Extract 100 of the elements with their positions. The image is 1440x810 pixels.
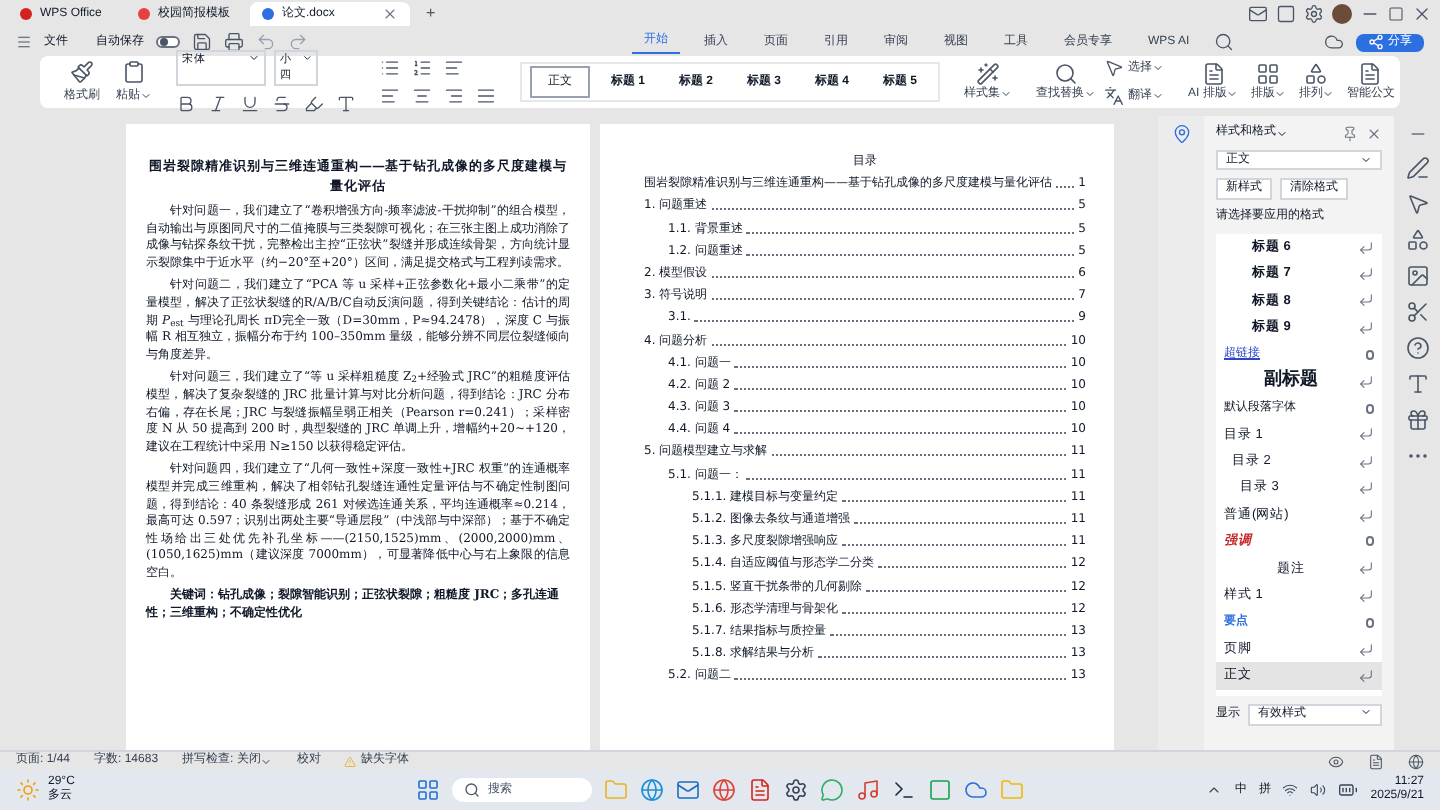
warning-icon [344, 755, 357, 767]
paragraph-mark-icon [1358, 453, 1374, 470]
paragraph-mark-icon [1358, 292, 1374, 309]
align-center-icon[interactable] [412, 86, 432, 106]
music-icon[interactable] [856, 778, 880, 802]
window-icon [1276, 4, 1296, 24]
image-icon[interactable] [1405, 264, 1429, 288]
bold-icon[interactable] [176, 94, 196, 115]
caret-icon [301, 51, 312, 64]
search-icon [464, 782, 480, 798]
style-item[interactable]: 副标题 [1216, 367, 1382, 395]
share-icon [1368, 34, 1384, 50]
close-icon[interactable] [382, 6, 398, 22]
browser-icon[interactable] [640, 778, 664, 802]
mail-icon[interactable] [676, 778, 700, 802]
paragraph-mark-icon [1358, 507, 1374, 524]
italic-icon[interactable] [208, 94, 228, 115]
caret-icon [1152, 90, 1164, 102]
paragraph-mark-icon [1358, 667, 1374, 684]
eye-icon[interactable] [1328, 753, 1344, 769]
page-view-icon[interactable] [1368, 753, 1384, 769]
caret-icon [1322, 88, 1335, 100]
pointer-icon [1104, 58, 1124, 78]
terminal-icon[interactable] [892, 778, 916, 802]
start-icon[interactable] [416, 778, 440, 802]
web-view-icon[interactable] [1408, 753, 1424, 769]
document-icon[interactable] [1358, 61, 1383, 85]
paragraph-mark-icon [1358, 587, 1374, 604]
close-icon[interactable] [1366, 125, 1382, 141]
character-style-icon [1366, 349, 1374, 360]
search-icon[interactable] [1213, 32, 1234, 52]
caret-icon [1226, 88, 1239, 100]
ai-layout-icon[interactable] [1201, 61, 1226, 85]
paste-icon[interactable] [122, 59, 146, 83]
new-tab-button[interactable]: + [418, 2, 444, 26]
cloud-icon[interactable] [964, 778, 988, 802]
volume-icon[interactable] [1310, 782, 1327, 798]
pointer-icon[interactable] [1405, 192, 1429, 216]
caret-icon [1000, 88, 1012, 100]
style-set-icon[interactable] [976, 61, 1000, 85]
paragraph-mark-icon [1358, 641, 1374, 658]
paragraph-mark-icon [1358, 266, 1374, 283]
file-type-icon [262, 8, 274, 20]
strikethrough-icon[interactable] [272, 94, 292, 115]
paragraph-mark-icon [1358, 239, 1374, 256]
shapes-icon[interactable] [1405, 228, 1429, 252]
layout-icon[interactable] [1256, 61, 1281, 85]
caret-icon [248, 51, 260, 64]
highlighter-icon[interactable] [304, 94, 324, 115]
file-type-icon [138, 8, 150, 20]
menu-icon[interactable] [16, 34, 32, 50]
gift-icon[interactable] [1405, 408, 1429, 432]
paragraph-mark-icon [1358, 480, 1374, 497]
character-style-icon [1366, 536, 1374, 547]
pin-icon[interactable] [1342, 125, 1358, 141]
gear-icon[interactable] [784, 778, 808, 802]
caret-icon [140, 90, 152, 102]
character-style-icon [1366, 403, 1374, 414]
settings-icon [1304, 4, 1324, 24]
paragraph-mark-icon [1358, 426, 1374, 443]
arrange-icon[interactable] [1304, 61, 1329, 85]
wifi-icon[interactable] [1282, 782, 1299, 798]
pen-icon[interactable] [1405, 156, 1429, 180]
scissors-icon[interactable] [1405, 300, 1429, 324]
justify-icon[interactable] [476, 86, 496, 106]
caret-icon [1274, 88, 1287, 100]
align-left-icon[interactable] [380, 86, 400, 106]
close-icon[interactable] [1412, 4, 1432, 24]
paragraph-mark-icon [1358, 319, 1374, 336]
caret-icon [1084, 88, 1096, 100]
translate-icon [1104, 86, 1124, 106]
caret-icon [1276, 127, 1288, 139]
caret-icon [1152, 62, 1164, 74]
paragraph-mark-icon [1358, 373, 1374, 390]
bullet-list-icon[interactable] [380, 58, 400, 78]
autosave-toggle[interactable] [156, 36, 180, 48]
align-right-icon[interactable] [444, 86, 464, 106]
cloud-icon [1324, 32, 1344, 52]
chevron-up-icon[interactable] [1206, 782, 1223, 798]
location-pin-icon[interactable] [1171, 124, 1191, 144]
avatar[interactable] [1332, 4, 1352, 24]
weather-icon [16, 778, 40, 802]
indent-icon[interactable] [444, 58, 464, 78]
save-icon[interactable] [192, 32, 212, 52]
file-type-icon [20, 8, 32, 20]
underline-icon[interactable] [240, 94, 260, 115]
font-color-icon[interactable] [336, 94, 356, 115]
caret-icon [260, 755, 273, 767]
caret-icon [1360, 154, 1372, 166]
character-style-icon [1366, 617, 1374, 628]
battery-icon[interactable] [1338, 780, 1359, 800]
format-painter-icon[interactable] [70, 59, 94, 83]
text-icon[interactable] [1405, 372, 1429, 396]
help-icon[interactable] [1405, 336, 1429, 360]
numbered-list-icon[interactable] [412, 58, 432, 78]
print-icon[interactable] [224, 32, 244, 52]
search-icon[interactable] [1054, 61, 1078, 85]
paragraph-mark-icon [1358, 560, 1374, 577]
caret-icon [1360, 706, 1372, 718]
mail-icon [1248, 4, 1268, 24]
